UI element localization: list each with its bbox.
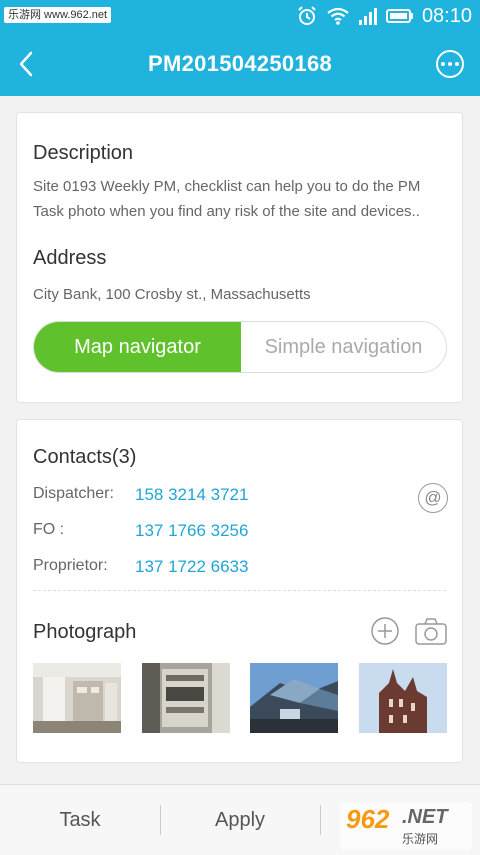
logo-chinese: 乐游网 [402,832,439,846]
more-dots-icon [441,62,445,66]
photograph-heading: Photograph [33,621,137,643]
details-card: Description Site 0193 Weekly PM, checkli… [16,112,463,403]
alarm-icon [298,6,316,25]
chevron-left-icon [19,51,33,77]
equipment-room-photo[interactable] [33,663,121,733]
fo-phone[interactable]: 137 1766 3256 [135,521,248,541]
modern-building-photo[interactable] [250,663,339,733]
logo-suffix: .NET [402,806,448,828]
map-navigator-option[interactable]: Map navigator [34,322,241,372]
fo-label: FO : [33,521,65,538]
address-heading: Address [33,247,107,269]
status-bar-right: 08:10 [296,4,472,28]
at-icon: @ [424,488,442,507]
simple-navigation-option[interactable]: Simple navigation [241,322,446,372]
wifi-icon [327,7,349,25]
back-button[interactable] [6,44,46,84]
battery-icon [385,9,413,23]
proprietor-label: Proprietor: [33,557,108,574]
tab-apply[interactable]: Apply [160,785,320,855]
server-rack-photo[interactable] [141,663,230,733]
email-button[interactable]: @ [418,483,448,513]
title-bar: PM201504250168 [0,32,480,96]
add-circle-icon[interactable] [370,616,400,646]
camera-icon[interactable] [414,616,448,646]
description-line-2: Task photo when you find any risk of the… [33,203,420,220]
clock: 08:10 [421,5,472,27]
description-line-1: Site 0193 Weekly PM, checklist can help … [33,178,421,195]
site-logo-watermark: 962 .NET 乐游网 [340,802,472,850]
proprietor-phone[interactable]: 137 1722 6633 [135,557,248,577]
contacts-card: Contacts(3) Dispatcher: 158 3214 3721 FO… [16,419,463,763]
tower-building-photo[interactable] [358,663,447,733]
contacts-heading: Contacts(3) [33,446,137,468]
signal-icon [358,8,377,25]
navigation-toggle: Map navigator Simple navigation [33,321,447,373]
photo-strip [33,663,447,733]
description-heading: Description [33,142,134,164]
logo-number: 962 [346,804,390,834]
more-options-button[interactable] [436,50,464,78]
status-bar-left: 乐游网 www.962.net [4,5,112,25]
site-watermark: 乐游网 www.962.net [4,7,112,23]
dispatcher-phone[interactable]: 158 3214 3721 [135,485,248,505]
address-value: City Bank, 100 Crosby st., Massachusetts [33,286,311,303]
page-title: PM201504250168 [147,51,333,76]
tab-task[interactable]: Task [0,785,160,855]
status-bar: 乐游网 www.962.net 08:10 [0,0,480,32]
dispatcher-label: Dispatcher: [33,485,114,502]
divider [33,590,446,591]
